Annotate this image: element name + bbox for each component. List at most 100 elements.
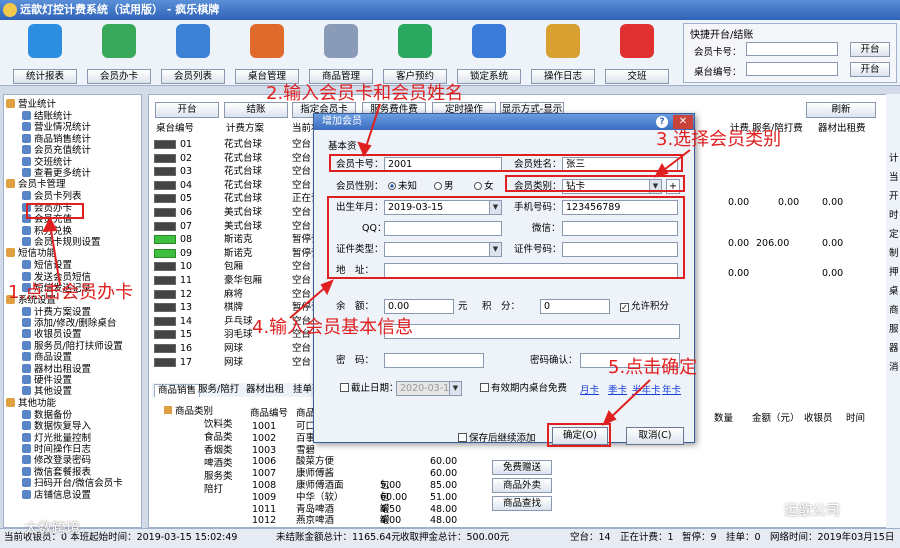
- balance-input[interactable]: 0.00: [384, 299, 454, 314]
- table-plan: 花式台球: [224, 152, 263, 164]
- table-row[interactable]: 07 美式台球 空台: [152, 220, 322, 233]
- category-item[interactable]: 服务类: [204, 471, 233, 483]
- main-action-button-2[interactable]: 结账: [224, 102, 288, 118]
- keep-adding-checkbox[interactable]: 保存后继续添加: [458, 432, 536, 446]
- toolbar-button-1[interactable]: 统计报表: [10, 22, 80, 84]
- tree-item[interactable]: 修改登录密码: [22, 455, 91, 467]
- goods-side-button-2[interactable]: 商品外卖: [492, 478, 552, 493]
- month-card-link[interactable]: 月卡: [580, 382, 599, 396]
- tree-item[interactable]: 计费方案设置: [22, 306, 91, 319]
- tree-item[interactable]: 营业情况统计: [22, 122, 91, 134]
- table-row[interactable]: 04 花式台球 空台: [152, 179, 322, 192]
- tree-item[interactable]: 收银员设置: [22, 329, 82, 341]
- table-row[interactable]: 03 花式台球 空台: [152, 165, 322, 178]
- tree-item[interactable]: 交班统计: [22, 156, 72, 169]
- bottom-tab-3[interactable]: 器材出租: [246, 384, 284, 396]
- expire-checkbox[interactable]: 截止日期：: [340, 382, 399, 396]
- tree-item[interactable]: 店铺信息设置: [22, 489, 91, 502]
- quick-open-table-button[interactable]: 开台: [850, 62, 890, 77]
- table-status-icon: [154, 262, 176, 272]
- goods-side-button-1[interactable]: 免费赠送: [492, 460, 552, 475]
- tree-item[interactable]: 会员卡列表: [22, 191, 82, 203]
- dialog-close-button[interactable]: ✕: [673, 115, 693, 129]
- goods-row[interactable]: 1009 中华（软）包 60.00 51.00: [250, 492, 480, 504]
- tree-item[interactable]: 微信套餐报表: [22, 466, 91, 479]
- goods-row[interactable]: 1012 燕京啤酒罐 4.00 48.00: [250, 515, 480, 527]
- table-row[interactable]: 06 美式台球 空台: [152, 206, 322, 219]
- quarter-card-link[interactable]: 季卡: [608, 382, 627, 396]
- tree-group-5[interactable]: 其他功能: [6, 397, 56, 410]
- table-row[interactable]: 02 花式台球 空台: [152, 152, 322, 165]
- goods-row[interactable]: 1003 雪碧: [250, 445, 480, 457]
- main-action-button-1[interactable]: 开台: [155, 102, 219, 118]
- table-row[interactable]: 09 斯诺克 暂停计: [152, 247, 322, 260]
- toolbar-button-5[interactable]: 商品管理: [306, 22, 376, 84]
- toolbar-button-2[interactable]: 会员办卡: [84, 22, 154, 84]
- radio-icon: [434, 182, 442, 190]
- table-row[interactable]: 10 包厢 空台: [152, 260, 322, 273]
- category-item[interactable]: 香烟类: [204, 445, 233, 457]
- goods-stock: 48.00: [430, 515, 458, 527]
- year-card-link[interactable]: 年卡: [662, 382, 681, 396]
- gender-male-radio[interactable]: 男: [434, 180, 454, 194]
- password-input[interactable]: [384, 353, 484, 368]
- gender-unknown-radio[interactable]: 未知: [388, 180, 417, 194]
- tree-group-2[interactable]: 会员卡管理: [6, 179, 66, 191]
- table-row[interactable]: 16 网球 空台: [152, 342, 322, 355]
- category-item[interactable]: 啤酒类: [204, 458, 233, 470]
- table-row[interactable]: 12 麻将 空台: [152, 288, 322, 301]
- tree-item[interactable]: 数据恢复导入: [22, 421, 91, 433]
- goods-row[interactable]: 1011 青岛啤酒罐 4.50 48.00: [250, 504, 480, 516]
- quick-table-input[interactable]: [746, 62, 838, 76]
- toolbar-button-8[interactable]: 操作日志: [528, 22, 598, 84]
- help-icon[interactable]: ?: [656, 116, 668, 128]
- table-row[interactable]: 08 斯诺克 暂停计: [152, 233, 322, 246]
- tree-item[interactable]: 商品销售统计: [22, 133, 92, 146]
- tree-item[interactable]: 短信设置: [22, 260, 72, 272]
- half-year-card-link[interactable]: 半年卡: [632, 382, 661, 396]
- table-row[interactable]: 13 棋牌 暂停计: [152, 301, 322, 314]
- points-input[interactable]: 0: [540, 299, 610, 314]
- tree-item[interactable]: 灯光批量控制: [22, 432, 91, 445]
- free-in-period-checkbox[interactable]: 有效期内桌台免费: [480, 382, 567, 396]
- goods-row[interactable]: 1007 康师傅酱 60.00: [250, 468, 480, 480]
- table-row[interactable]: 05 花式台球 正在计: [152, 192, 322, 205]
- tree-item[interactable]: 会员充值统计: [22, 145, 91, 157]
- goods-side-button-3[interactable]: 商品查找: [492, 496, 552, 511]
- toolbar-button-6[interactable]: 客户预约: [380, 22, 450, 84]
- bottom-tab-1[interactable]: 商品销售: [154, 384, 201, 397]
- toolbar-button-7[interactable]: 锁定系统: [454, 22, 524, 84]
- tree-item[interactable]: 积分兑换: [22, 225, 72, 238]
- tree-item[interactable]: 商品设置: [22, 352, 72, 364]
- category-item[interactable]: 食品类: [204, 432, 233, 444]
- table-row[interactable]: 11 豪华包厢 空台: [152, 274, 322, 287]
- item-icon: [22, 225, 31, 235]
- toolbar-button-4[interactable]: 桌台管理: [232, 22, 302, 84]
- category-item[interactable]: 陪打: [204, 484, 223, 496]
- tree-group-3[interactable]: 短信功能: [6, 248, 56, 260]
- tree-group-1[interactable]: 营业统计: [6, 99, 56, 111]
- table-row[interactable]: 17 网球 空台: [152, 356, 322, 369]
- tree-item[interactable]: 服务员/陪打扶师设置: [22, 340, 123, 353]
- remark-input[interactable]: [384, 324, 680, 339]
- toolbar-button-9[interactable]: 交班: [602, 22, 672, 84]
- cancel-button[interactable]: 取消(C): [626, 427, 684, 445]
- tree-item[interactable]: 数据备份: [22, 409, 72, 422]
- quick-card-input[interactable]: [746, 42, 838, 56]
- table-row[interactable]: 01 花式台球 空台: [152, 138, 322, 151]
- quick-open-card-button[interactable]: 开台: [850, 42, 890, 57]
- goods-row[interactable]: 1008 康师傅酒面包 5.00 85.00: [250, 480, 480, 492]
- allow-points-checkbox[interactable]: ✓ 允许积分: [620, 300, 669, 314]
- tree-item[interactable]: 其他设置: [22, 386, 72, 398]
- gender-female-radio[interactable]: 女: [474, 180, 494, 194]
- goods-row[interactable]: 1006 酸菜方便 60.00: [250, 456, 480, 468]
- refresh-button[interactable]: 刷新: [806, 102, 876, 118]
- tree-item[interactable]: 器材出租设置: [22, 363, 91, 376]
- category-root[interactable]: 商品类别: [164, 406, 213, 418]
- expire-date-picker[interactable]: 2020-03-15 ▼: [396, 381, 462, 396]
- tree-item[interactable]: 扫码开台/微信会员卡: [22, 478, 123, 490]
- category-item[interactable]: 饮料类: [204, 419, 233, 431]
- bottom-tab-2[interactable]: 服务/陪打: [198, 384, 239, 396]
- tree-item-label: 商品销售统计: [34, 133, 92, 145]
- toolbar-button-3[interactable]: 会员列表: [158, 22, 228, 84]
